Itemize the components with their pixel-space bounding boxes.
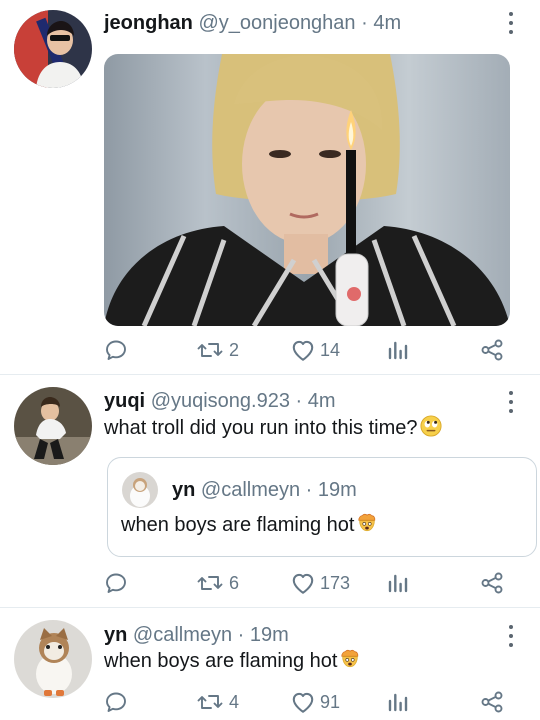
tweet-text: when boys are flaming hot [104,648,361,674]
quoted-text: when boys are flaming hot [121,512,378,538]
reply-button[interactable] [104,688,132,716]
tweet-image[interactable] [104,54,510,326]
avatar[interactable] [14,620,92,698]
more-options-icon[interactable] [508,391,514,413]
timestamp[interactable]: · 4m [290,390,336,412]
quoted-header: yn @callmeyn · 19m [172,477,357,503]
tweet-actions: 2 14 [104,336,508,364]
stats-icon[interactable] [386,569,410,597]
tweet-actions: 4 91 [104,688,508,716]
quoted-tweet[interactable]: yn @callmeyn · 19m when boys are flaming… [107,457,537,557]
tweet-header: yn @callmeyn · 19m [104,622,289,648]
exploding-head-emoji-icon [339,648,361,670]
like-button[interactable]: 173 [290,569,350,597]
more-options-icon[interactable] [508,625,514,647]
tweet[interactable]: yn @callmeyn · 19m when boys are flaming… [0,608,540,720]
timestamp[interactable]: · 19m [232,624,289,646]
stats-icon[interactable] [386,688,410,716]
avatar[interactable] [14,10,92,88]
tweet-header: yuqi @yuqisong.923 · 4m [104,388,336,414]
user-handle[interactable]: @yuqisong.923 [151,390,290,412]
quoted-avatar[interactable] [122,472,158,508]
exploding-head-emoji-icon [356,512,378,534]
tweet-header: jeonghan @y_oonjeonghan · 4m [104,10,401,36]
like-button[interactable]: 14 [290,336,340,364]
tweet[interactable]: jeonghan @y_oonjeonghan · 4m 2 14 [0,0,540,374]
rolling-eyes-emoji-icon [420,415,442,437]
avatar[interactable] [14,387,92,465]
timestamp[interactable]: · 4m [356,12,401,34]
retweet-button[interactable]: 6 [195,569,239,597]
user-handle[interactable]: @y_oonjeonghan [198,12,355,34]
reply-button[interactable] [104,336,132,364]
quoted-handle[interactable]: @callmeyn [201,479,300,501]
quoted-timestamp: · 19m [300,479,357,501]
reply-button[interactable] [104,569,132,597]
display-name[interactable]: yn [104,624,127,646]
retweet-button[interactable]: 2 [195,336,239,364]
share-icon[interactable] [480,688,504,716]
quoted-display-name[interactable]: yn [172,479,195,501]
tweet-actions: 6 173 [104,569,508,597]
share-icon[interactable] [480,569,504,597]
like-button[interactable]: 91 [290,688,340,716]
share-icon[interactable] [480,336,504,364]
more-options-icon[interactable] [508,12,514,34]
stats-icon[interactable] [386,336,410,364]
tweet-text: what troll did you run into this time? [104,415,442,441]
user-handle[interactable]: @callmeyn [133,624,232,646]
retweet-button[interactable]: 4 [195,688,239,716]
display-name[interactable]: jeonghan [104,12,193,34]
display-name[interactable]: yuqi [104,390,145,412]
